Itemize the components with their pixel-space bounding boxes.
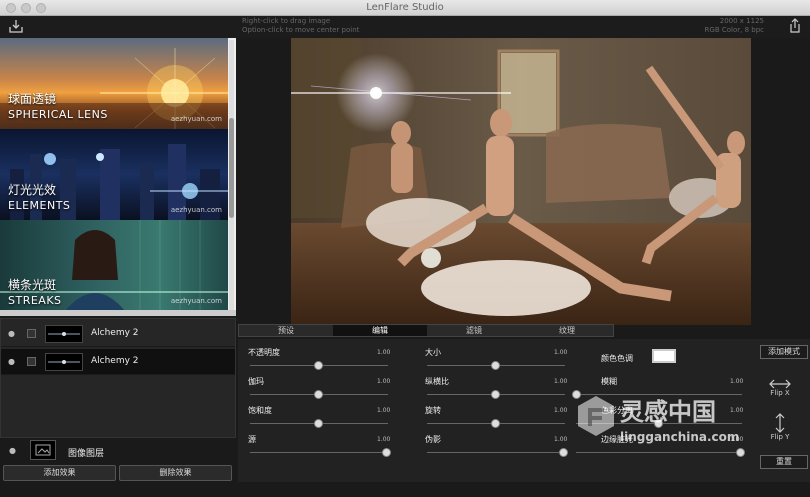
slider-knob[interactable] (491, 419, 500, 428)
slider-label: 伪影 (425, 435, 441, 444)
visibility-eye-icon[interactable]: ● (8, 329, 15, 338)
image-layer-thumbnail (30, 440, 56, 460)
preset-title-en: ELEMENTS (8, 199, 71, 212)
preset-spherical-lens[interactable]: 球面透镜 SPHERICAL LENS aezhyuan.com (0, 38, 228, 129)
watermark-url: lingganchina.com (620, 430, 740, 444)
slider-track[interactable] (427, 452, 565, 453)
image-size: 2000 x 1125 (719, 17, 764, 25)
slider-label: 饱和度 (248, 406, 272, 415)
slider-knob[interactable] (314, 390, 323, 399)
watermark-cn: 灵感中国 (620, 398, 716, 426)
tint-swatch[interactable] (652, 349, 676, 363)
preset-title-cn: 灯光光效 (8, 183, 57, 197)
preset-title-cn: 横条光斑 (8, 278, 57, 292)
preset-watermark: aezhyuan.com (170, 297, 222, 305)
share-icon[interactable] (789, 18, 801, 37)
title-bar: LenFlare Studio (0, 0, 810, 16)
preset-watermark: aezhyuan.com (170, 115, 222, 123)
image-info: 2000 x 1125 RGB Color, 8 bpc (705, 17, 764, 35)
slider-value: 1.00 (554, 407, 568, 414)
layer-checkbox[interactable] (27, 329, 36, 338)
slider-value: 1.00 (377, 436, 391, 443)
slider-value: 1.00 (554, 349, 568, 356)
add-mode-button[interactable]: 添加模式 (760, 345, 808, 359)
slider-label: 源 (248, 435, 256, 444)
slider-knob[interactable] (382, 448, 391, 457)
slider-knob[interactable] (314, 361, 323, 370)
layer-name: Alchemy 2 (91, 356, 139, 366)
preset-title-cn: 球面透镜 (8, 92, 57, 106)
delete-effect-button[interactable]: 删除效果 (119, 465, 232, 481)
watermark-logo-icon (578, 396, 614, 436)
preset-streaks[interactable]: 横条光斑 STREAKS aezhyuan.com (0, 220, 228, 311)
add-effect-button[interactable]: 添加效果 (3, 465, 116, 481)
slider-value: 1.00 (554, 436, 568, 443)
slider-knob[interactable] (314, 419, 323, 428)
tab-bar: 预设 编辑 滤镜 纹理 (238, 324, 614, 337)
slider-value: 1.00 (554, 378, 568, 385)
layer-row-selected[interactable]: ● Alchemy 2 (1, 349, 235, 375)
visibility-eye-icon[interactable]: ● (8, 357, 15, 366)
slider-knob[interactable] (491, 390, 500, 399)
site-watermark: 灵感中国 lingganchina.com (572, 392, 808, 462)
slider-value: 1.00 (377, 378, 391, 385)
visibility-eye-icon[interactable]: ● (9, 446, 16, 455)
slider-knob[interactable] (559, 448, 568, 457)
tab-presets[interactable]: 预设 (239, 325, 333, 336)
slider-label: 模糊 (601, 377, 617, 386)
layer-row[interactable]: ● Alchemy 2 (1, 321, 235, 347)
preset-hscrollbar[interactable] (0, 310, 236, 316)
image-layer-row[interactable]: ● 图像图层 (0, 440, 236, 462)
slider-knob[interactable] (491, 361, 500, 370)
layer-thumbnail (45, 325, 83, 343)
slider-label: 伽玛 (248, 377, 264, 386)
import-icon[interactable] (9, 19, 23, 37)
canvas-hints: Right-click to drag image Option-click t… (242, 17, 359, 35)
preset-watermark: aezhyuan.com (170, 206, 222, 214)
slider-track[interactable] (250, 452, 388, 453)
slider-label: 纵横比 (425, 377, 449, 386)
slider-value: 1.00 (377, 407, 391, 414)
preset-title-en: SPHERICAL LENS (8, 108, 108, 121)
slider-label: 旋转 (425, 406, 441, 415)
layer-name: Alchemy 2 (91, 328, 139, 338)
slider-value: 1.00 (377, 349, 391, 356)
effect-layers-panel: ● Alchemy 2 ● Alchemy 2 (0, 318, 236, 438)
preview-image[interactable] (291, 38, 751, 325)
tab-edit[interactable]: 编辑 (333, 325, 427, 336)
tab-texture[interactable]: 纹理 (521, 325, 613, 336)
hint-center: Option-click to move center point (242, 26, 360, 34)
window-title: LenFlare Studio (366, 2, 444, 13)
toolbar (0, 16, 810, 38)
slider-label: 大小 (425, 348, 441, 357)
preset-elements[interactable]: 灯光光效 ELEMENTS aezhyuan.com (0, 129, 228, 220)
hint-drag: Right-click to drag image (242, 17, 331, 25)
preset-title-en: STREAKS (8, 294, 62, 307)
image-layer-label: 图像图层 (68, 449, 105, 459)
slider-value: 1.00 (730, 378, 744, 385)
preset-browser: 球面透镜 SPHERICAL LENS aezhyuan.com 灯光光效 EL… (0, 38, 236, 311)
preset-scroll-thumb[interactable] (229, 118, 234, 218)
layer-thumbnail (45, 353, 83, 371)
slider-label: 不透明度 (248, 348, 280, 357)
layer-checkbox[interactable] (27, 357, 36, 366)
image-mode: RGB Color, 8 bpc (704, 26, 764, 34)
tab-filter[interactable]: 滤镜 (427, 325, 521, 336)
tint-label: 颜色色调 (601, 354, 633, 363)
